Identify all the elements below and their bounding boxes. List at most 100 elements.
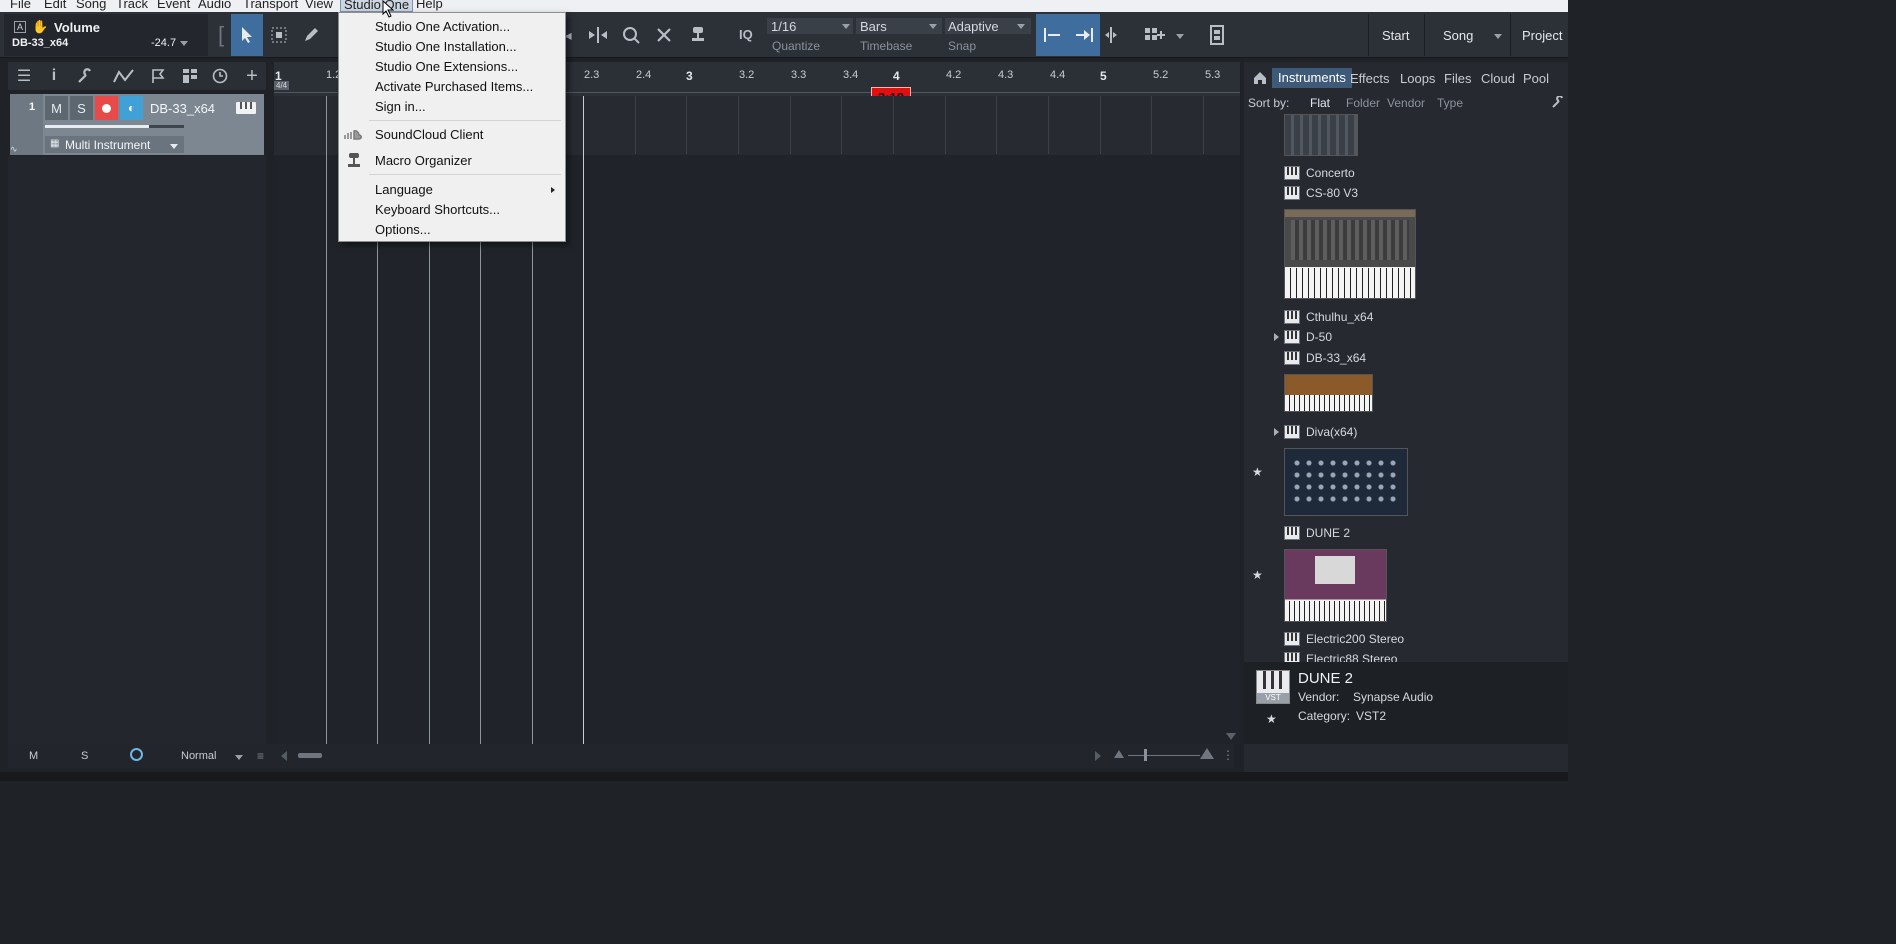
mute-button[interactable]: M	[45, 96, 68, 120]
start-button[interactable]: Start	[1382, 28, 1409, 43]
plugin-thumbnail[interactable]	[1284, 114, 1358, 156]
favorite-star-icon[interactable]: ★	[1252, 465, 1263, 479]
menu-help[interactable]: Help	[416, 0, 443, 12]
split-tool-button[interactable]	[586, 24, 610, 46]
project-button[interactable]: Project	[1522, 28, 1562, 43]
menu-item-extensions[interactable]: Studio One Extensions...	[375, 57, 518, 77]
menu-item-macro-organizer[interactable]: Macro Organizer	[375, 151, 472, 171]
mode-dropdown-icon[interactable]	[235, 755, 243, 760]
track-list-icon[interactable]: ☰	[14, 66, 34, 86]
horizontal-scroll-thumb[interactable]	[298, 753, 322, 758]
menu-item-activate-purchased[interactable]: Activate Purchased Items...	[375, 77, 533, 97]
hand-icon[interactable]: ✋	[32, 19, 48, 35]
menu-item-activation[interactable]: Studio One Activation...	[375, 17, 510, 37]
favorite-star-icon[interactable]: ★	[1266, 712, 1277, 726]
volume-dropdown-icon[interactable]	[180, 41, 188, 46]
menu-studio-one[interactable]: Studio One	[340, 0, 414, 12]
automation-lane-icon[interactable]: ∿	[10, 144, 18, 155]
menu-event[interactable]: Event	[157, 0, 190, 12]
menu-file[interactable]: File	[10, 0, 31, 12]
menu-edit[interactable]: Edit	[44, 0, 66, 12]
scroll-left-icon[interactable]	[281, 751, 287, 761]
menu-item-sign-in[interactable]: Sign in...	[375, 97, 426, 117]
song-dropdown-icon[interactable]	[1494, 34, 1502, 39]
menu-item-keyboard-shortcuts[interactable]: Keyboard Shortcuts...	[375, 200, 500, 220]
menu-item-installation[interactable]: Studio One Installation...	[375, 37, 517, 57]
global-solo-button[interactable]: S	[81, 750, 88, 762]
browser-item-cthulhu[interactable]: Cthulhu_x64	[1306, 310, 1373, 324]
plugin-thumbnail[interactable]	[1284, 374, 1373, 412]
global-mute-button[interactable]: M	[29, 750, 38, 762]
menu-audio[interactable]: Audio	[198, 0, 231, 12]
scroll-down-icon[interactable]	[1226, 733, 1236, 740]
expand-arrow-icon[interactable]	[1274, 333, 1279, 341]
sort-type[interactable]: Type	[1437, 96, 1463, 110]
browser-item-diva[interactable]: Diva(x64)	[1306, 425, 1357, 439]
snap-to-grid-button[interactable]	[1036, 14, 1068, 56]
browser-item-cs-80[interactable]: CS-80 V3	[1306, 186, 1358, 200]
arrow-tool-button[interactable]	[231, 14, 263, 56]
automation-a-icon[interactable]: A	[14, 21, 26, 33]
browser-item-db-33[interactable]: DB-33_x64	[1306, 351, 1366, 365]
video-button[interactable]	[1206, 24, 1228, 46]
time-signature[interactable]: 4/4	[274, 81, 290, 90]
solo-button[interactable]: S	[70, 96, 93, 120]
power-icon[interactable]	[130, 748, 143, 761]
browser-item-d-50[interactable]: D-50	[1306, 330, 1332, 344]
monitor-button[interactable]: ◐	[120, 96, 143, 120]
sort-flat[interactable]: Flat	[1310, 96, 1330, 110]
volume-slider[interactable]	[45, 125, 184, 128]
snap-to-event-button[interactable]	[1068, 14, 1100, 56]
tab-loops[interactable]: Loops	[1400, 71, 1435, 86]
resize-grip-icon[interactable]: ⋮	[1222, 748, 1234, 762]
track-name[interactable]: DB-33_x64	[150, 101, 215, 116]
menu-item-soundcloud[interactable]: SoundCloud Client	[375, 125, 483, 145]
plugin-thumbnail[interactable]	[1284, 448, 1408, 516]
mute-tool-button[interactable]	[653, 24, 675, 46]
tab-instruments[interactable]: Instruments	[1272, 68, 1352, 88]
tempo-button[interactable]	[210, 66, 230, 86]
tab-files[interactable]: Files	[1444, 71, 1471, 86]
add-track-button[interactable]: +	[242, 65, 262, 87]
range-tool-button[interactable]	[268, 24, 290, 46]
zoom-in-icon[interactable]	[1200, 748, 1214, 759]
grid-layout-button[interactable]	[1142, 24, 1168, 46]
tab-pool[interactable]: Pool	[1523, 71, 1549, 86]
grid-dropdown-icon[interactable]	[1176, 34, 1184, 39]
sort-folder[interactable]: Folder	[1346, 96, 1380, 110]
menu-song[interactable]: Song	[76, 0, 106, 12]
plugin-thumbnail[interactable]	[1284, 549, 1387, 622]
browser-item-electric88[interactable]: Electric88 Stereo	[1306, 652, 1397, 662]
track-list-empty-area[interactable]	[8, 156, 266, 744]
menu-view[interactable]: View	[305, 0, 333, 12]
zoom-slider-handle[interactable]	[1144, 749, 1147, 761]
browser-item-electric200[interactable]: Electric200 Stereo	[1306, 632, 1404, 646]
plugin-thumbnail[interactable]	[1284, 209, 1416, 299]
zoom-out-icon[interactable]	[1114, 750, 1124, 758]
listen-tool-button[interactable]	[687, 24, 709, 46]
expand-arrow-icon[interactable]	[1274, 428, 1279, 436]
favorite-star-icon[interactable]: ★	[1252, 568, 1263, 582]
mode-select[interactable]: Normal	[181, 750, 216, 762]
scroll-right-icon[interactable]	[1095, 751, 1101, 761]
arranger-button[interactable]	[180, 66, 200, 86]
record-arm-button[interactable]	[95, 96, 118, 120]
home-button[interactable]	[1252, 70, 1268, 86]
automation-button[interactable]	[112, 66, 136, 86]
browser-item-dune-2[interactable]: DUNE 2	[1306, 526, 1350, 540]
track-row[interactable]: 1 M S ◐ DB-33_x64 ▦ Multi Instrument ∿	[10, 94, 264, 155]
tab-cloud[interactable]: Cloud	[1481, 71, 1515, 86]
menu-track[interactable]: Track	[116, 0, 148, 12]
snap-cursor-button[interactable]	[1102, 24, 1120, 46]
pencil-tool-button[interactable]	[300, 24, 322, 46]
zoom-slider[interactable]	[1128, 755, 1200, 756]
search-wrench-button[interactable]	[1552, 95, 1564, 111]
song-button[interactable]: Song	[1443, 28, 1473, 43]
browser-item-concerto[interactable]: Concerto	[1306, 166, 1355, 180]
info-icon[interactable]: i	[46, 66, 62, 86]
list-icon[interactable]: ≡	[257, 749, 264, 763]
menu-transport[interactable]: Transport	[243, 0, 298, 12]
tab-effects[interactable]: Effects	[1350, 71, 1390, 86]
volume-value[interactable]: -24.7	[151, 37, 176, 49]
inspector-wrench-button[interactable]	[74, 66, 96, 86]
